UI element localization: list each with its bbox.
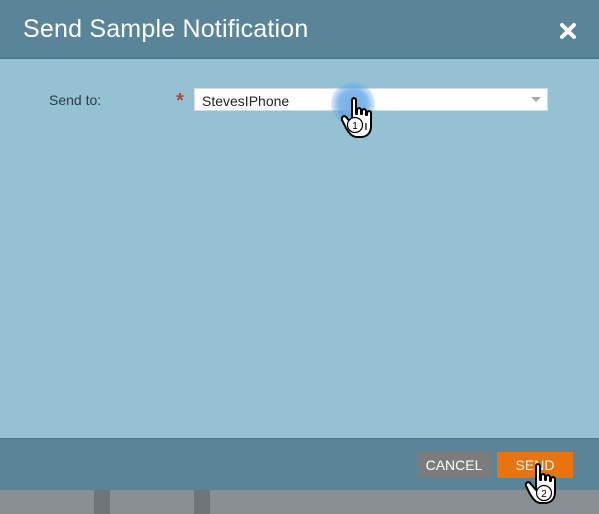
send-sample-notification-dialog: Send Sample Notification Send to: * Stev… <box>0 0 599 490</box>
cancel-button[interactable]: CANCEL <box>417 452 491 478</box>
dialog-title: Send Sample Notification <box>23 15 309 43</box>
background-block <box>94 490 110 514</box>
background-block <box>194 490 210 514</box>
send-to-selected-value: StevesIPhone <box>202 93 290 109</box>
send-button[interactable]: SEND <box>497 452 573 478</box>
background-strip <box>0 490 599 514</box>
close-icon[interactable] <box>556 19 580 43</box>
dialog-titlebar: Send Sample Notification <box>0 0 599 59</box>
chevron-down-icon[interactable] <box>531 97 541 102</box>
required-indicator: * <box>176 90 184 112</box>
click-highlight <box>331 82 375 126</box>
dialog-body <box>0 61 599 438</box>
send-to-label: Send to: <box>49 92 102 108</box>
